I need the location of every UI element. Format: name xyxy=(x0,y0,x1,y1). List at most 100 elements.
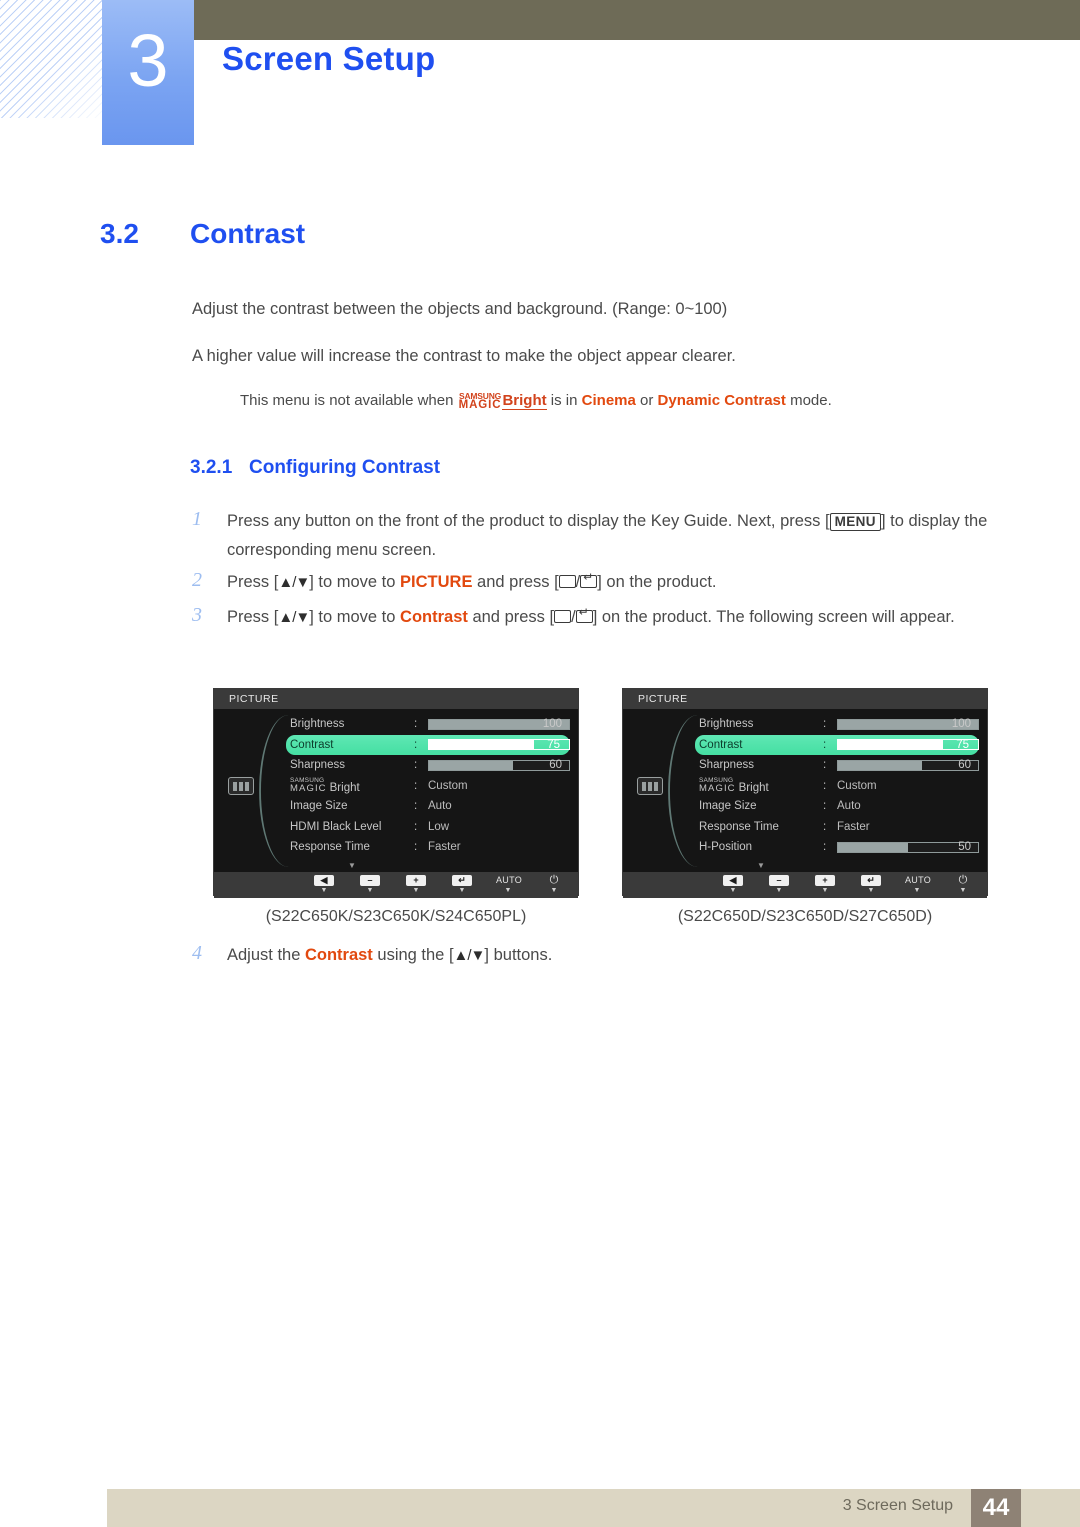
note-conj: or xyxy=(635,392,658,409)
power-button[interactable]: ⏻ ▼ xyxy=(542,875,566,895)
step-1-text: Press any button on the front of the pro… xyxy=(227,507,1010,564)
auto-button[interactable]: AUTO ▼ xyxy=(905,875,931,894)
enter-button-indicator: ▼ xyxy=(458,887,466,894)
note-lead: This menu is not available when xyxy=(240,392,458,409)
osd-row-label: Response Time xyxy=(699,820,779,833)
source-button-icon xyxy=(558,575,576,588)
header-olive-bar xyxy=(190,0,1080,40)
enter-button-icon xyxy=(580,571,598,588)
osd-row-colon: : xyxy=(414,759,418,772)
chapter-title: Screen Setup xyxy=(222,40,436,77)
back-button-glyph: ◀ xyxy=(314,875,334,886)
osd-row-number: 75 xyxy=(547,738,560,751)
osd-row-colon: : xyxy=(823,738,827,751)
osd-row[interactable]: Response Time: Faster xyxy=(699,817,981,838)
step-2-text: Press [▲/▼] to move to PICTURE and press… xyxy=(227,568,1010,597)
step-2-mid: ] to move to xyxy=(309,573,401,591)
osd-row-value: Custom xyxy=(428,779,468,792)
osd-left-rows: Brightness: 100 Contrast: 75 Sharpness: 60 SAM… xyxy=(286,714,572,858)
note-tail: mode. xyxy=(785,392,832,409)
osd-row-colon: : xyxy=(414,718,418,731)
minus-button[interactable]: – ▼ xyxy=(358,875,382,894)
up-down-arrow-icon: ▲/▼ xyxy=(278,574,310,591)
osd-row-number: 75 xyxy=(956,738,969,751)
osd-row[interactable]: HDMI Black Level: Low xyxy=(290,817,572,838)
osd-slider-fill xyxy=(838,760,922,770)
source-button-icon xyxy=(554,610,572,623)
osd-row-value: Low xyxy=(428,820,450,833)
minus-button-indicator: ▼ xyxy=(366,887,374,894)
osd-row-colon: : xyxy=(823,800,827,813)
step-1-pre: Press any button on the front of the pro… xyxy=(227,512,830,530)
osd-row[interactable]: Response Time: Faster xyxy=(290,837,572,858)
power-button[interactable]: ⏻ ▼ xyxy=(951,875,975,895)
osd-row-label: SAMSUNG MAGIC Bright xyxy=(290,777,414,794)
osd-slider-fill xyxy=(838,740,943,750)
osd-left-title: PICTURE xyxy=(214,689,578,709)
step-4-target: Contrast xyxy=(304,946,373,964)
availability-note: This menu is not available when SAMSUNG M… xyxy=(240,391,832,411)
menu-key: MENU xyxy=(829,513,881,531)
note-mid: is in xyxy=(546,392,582,409)
magicbright-logo: SAMSUNG MAGIC xyxy=(459,392,502,411)
auto-button-indicator: ▼ xyxy=(913,887,921,894)
osd-right-title: PICTURE xyxy=(623,689,987,709)
osd-row[interactable]: Brightness: 100 xyxy=(290,714,572,735)
step-1-number: 1 xyxy=(192,508,202,530)
power-button-indicator: ▼ xyxy=(959,887,967,894)
osd-slider-fill xyxy=(838,842,908,852)
osd-row[interactable]: Sharpness: 60 xyxy=(699,755,981,776)
osd-row[interactable]: Brightness: 100 xyxy=(699,714,981,735)
osd-row[interactable]: SAMSUNG MAGIC Bright: Custom xyxy=(290,776,572,797)
osd-row[interactable]: Sharpness: 60 xyxy=(290,755,572,776)
enter-button-icon xyxy=(575,606,593,623)
osd-row-label: SAMSUNG MAGIC Bright xyxy=(699,776,823,795)
enter-button-glyph: ↵ xyxy=(452,875,472,886)
osd-row-colon: : xyxy=(823,779,827,792)
osd-row[interactable]: SAMSUNG MAGIC Bright: Custom xyxy=(699,776,981,797)
plus-button[interactable]: + ▼ xyxy=(813,875,837,894)
osd-row[interactable]: H-Position: 50 xyxy=(699,837,981,858)
magicbright-logo: SAMSUNG MAGIC xyxy=(699,776,736,795)
note-mode-cinema: Cinema xyxy=(581,392,636,409)
osd-row[interactable]: Image Size: Auto xyxy=(699,796,981,817)
step-3-mid2: and press [ xyxy=(467,608,555,626)
step-2-number: 2 xyxy=(192,569,202,591)
power-button-indicator: ▼ xyxy=(550,887,558,894)
osd-row-label: Brightness xyxy=(290,718,345,731)
auto-button[interactable]: AUTO ▼ xyxy=(496,875,522,894)
osd-row-colon: : xyxy=(414,779,418,792)
enter-button[interactable]: ↵ ▼ xyxy=(450,875,474,894)
osd-row-value: Faster xyxy=(837,820,870,833)
osd-row-label-bright: Bright xyxy=(738,781,769,794)
note-mode-dynamic-contrast: Dynamic Contrast xyxy=(657,392,786,409)
step-2-pre: Press [ xyxy=(227,573,279,591)
up-down-arrow-icon: ▲/▼ xyxy=(278,609,310,626)
osd-row[interactable]: Contrast: 75 xyxy=(695,734,979,755)
osd-left-footer: ◀ ▼ – ▼ + ▼ ↵ ▼ AUTO ▼ ⏻ ▼ xyxy=(214,872,578,898)
back-button[interactable]: ◀ ▼ xyxy=(721,875,745,894)
footer-chapter-label: 3 Screen Setup xyxy=(842,1497,953,1514)
paragraph-range: Adjust the contrast between the objects … xyxy=(192,300,728,318)
osd-row-value: Auto xyxy=(837,800,861,813)
osd-row-colon: : xyxy=(823,759,827,772)
auto-button-indicator: ▼ xyxy=(504,887,512,894)
osd-row[interactable]: Image Size: Auto xyxy=(290,796,572,817)
subsection-title: Configuring Contrast xyxy=(249,457,441,478)
osd-row[interactable]: Contrast: 75 xyxy=(286,734,570,755)
step-3-post: ] on the product. The following screen w… xyxy=(592,608,955,626)
caption-left-models: (S22C650K/S23C650K/S24C650PL) xyxy=(265,908,527,925)
back-button[interactable]: ◀ ▼ xyxy=(312,875,336,894)
osd-row-label-bright: Bright xyxy=(329,781,360,794)
enter-button-glyph: ↵ xyxy=(861,875,881,886)
back-button-glyph: ◀ xyxy=(723,875,743,886)
step-3-number: 3 xyxy=(192,604,202,626)
enter-button[interactable]: ↵ ▼ xyxy=(859,875,883,894)
osd-row-number: 50 xyxy=(958,841,971,854)
minus-button[interactable]: – ▼ xyxy=(767,875,791,894)
plus-button[interactable]: + ▼ xyxy=(404,875,428,894)
osd-row-label: HDMI Black Level xyxy=(290,820,382,833)
osd-row-colon: : xyxy=(414,820,418,833)
minus-button-glyph: – xyxy=(360,875,380,886)
step-3-target: Contrast xyxy=(400,608,468,626)
